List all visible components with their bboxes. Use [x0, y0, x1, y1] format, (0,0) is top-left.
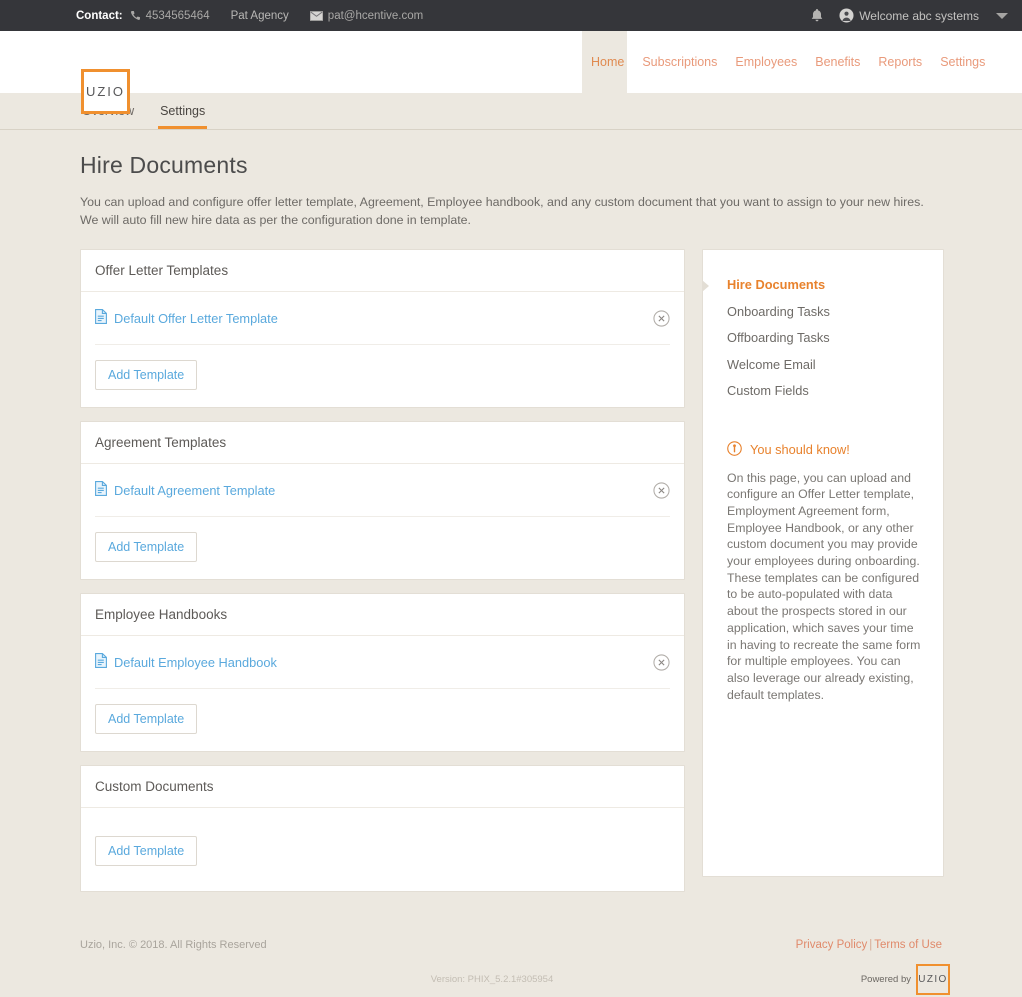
- powered-by-logo-text: UZIO: [918, 972, 948, 987]
- terms-of-use-link[interactable]: Terms of Use: [874, 939, 942, 951]
- card-title: Custom Documents: [81, 766, 684, 808]
- phone-icon: [130, 10, 141, 21]
- page-description: You can upload and configure offer lette…: [80, 193, 940, 229]
- contact-label: Contact:: [76, 10, 123, 22]
- card-body: Default Agreement Template Add Template: [81, 464, 684, 579]
- card-body: Add Template: [81, 808, 684, 891]
- sidebar-item-hire-documents[interactable]: Hire Documents: [703, 272, 943, 299]
- card-actions: Add Template: [95, 517, 670, 579]
- document-link[interactable]: Default Offer Letter Template: [114, 311, 278, 326]
- file-document-icon: [95, 653, 107, 671]
- email-address: pat@hcentive.com: [328, 10, 423, 22]
- settings-sidebar: Hire Documents Onboarding Tasks Offboard…: [702, 249, 944, 877]
- document-row: Default Employee Handbook: [95, 636, 670, 689]
- agency-name: Pat Agency: [231, 10, 289, 22]
- settings-sidebar-column: Hire Documents Onboarding Tasks Offboard…: [702, 249, 944, 877]
- card-body: Default Employee Handbook Add Template: [81, 636, 684, 751]
- sidebar-item-offboarding-tasks[interactable]: Offboarding Tasks: [703, 325, 943, 352]
- notice-header: You should know!: [703, 441, 943, 459]
- sidebar-item-onboarding-tasks[interactable]: Onboarding Tasks: [703, 299, 943, 326]
- card-offer-letter-templates: Offer Letter Templates Default Offer Let…: [80, 249, 685, 408]
- card-title: Offer Letter Templates: [81, 250, 684, 292]
- powered-by-label: Powered by: [861, 974, 911, 985]
- tab-settings[interactable]: Settings: [158, 104, 207, 129]
- powered-by-logo: UZIO: [916, 964, 950, 995]
- footer-links: Privacy Policy|Terms of Use: [796, 939, 942, 951]
- document-row: Default Offer Letter Template: [95, 292, 670, 345]
- contact-info: Contact: 4534565464 Pat Agency pat@hcent…: [76, 10, 423, 22]
- card-agreement-templates: Agreement Templates Default Agreement Te…: [80, 421, 685, 580]
- page-footer: Uzio, Inc. © 2018. All Rights Reserved P…: [0, 923, 1022, 951]
- templates-column: Offer Letter Templates Default Offer Let…: [80, 249, 685, 905]
- card-employee-handbooks: Employee Handbooks Default Employee Hand…: [80, 593, 685, 752]
- document-link[interactable]: Default Employee Handbook: [114, 655, 277, 670]
- welcome-text: Welcome abc systems: [859, 9, 979, 23]
- file-document-icon: [95, 481, 107, 499]
- nav-item-subscriptions[interactable]: Subscriptions: [633, 31, 726, 93]
- add-template-button[interactable]: Add Template: [95, 836, 197, 866]
- logo-text: UZIO: [85, 81, 126, 102]
- user-icon: [839, 8, 854, 23]
- remove-circle-icon[interactable]: [653, 310, 670, 327]
- remove-circle-icon[interactable]: [653, 482, 670, 499]
- sidebar-item-custom-fields[interactable]: Custom Fields: [703, 378, 943, 405]
- add-template-button[interactable]: Add Template: [95, 360, 197, 390]
- page-title: Hire Documents: [80, 152, 942, 179]
- info-circle-icon: [727, 441, 742, 459]
- page-content: Hire Documents You can upload and config…: [0, 130, 1022, 905]
- phone-contact: 4534565464: [130, 10, 210, 22]
- topbar-user-area: Welcome abc systems: [810, 8, 1008, 23]
- card-actions: Add Template: [95, 689, 670, 751]
- add-template-button[interactable]: Add Template: [95, 704, 197, 734]
- nav-item-home[interactable]: Home: [582, 31, 633, 93]
- chevron-down-icon[interactable]: [996, 13, 1008, 19]
- remove-circle-icon[interactable]: [653, 654, 670, 671]
- email-contact: pat@hcentive.com: [310, 10, 423, 22]
- card-title: Agreement Templates: [81, 422, 684, 464]
- phone-number: 4534565464: [146, 10, 210, 22]
- document-link-group[interactable]: Default Employee Handbook: [95, 653, 277, 671]
- mail-icon: [310, 11, 323, 21]
- sidebar-menu: Hire Documents Onboarding Tasks Offboard…: [703, 272, 943, 405]
- card-actions: Add Template: [95, 808, 670, 891]
- document-link[interactable]: Default Agreement Template: [114, 483, 275, 498]
- nav-item-settings[interactable]: Settings: [931, 31, 994, 93]
- document-link-group[interactable]: Default Offer Letter Template: [95, 309, 278, 327]
- notice-title: You should know!: [750, 442, 850, 457]
- card-title: Employee Handbooks: [81, 594, 684, 636]
- powered-by: Powered by UZIO: [861, 964, 950, 995]
- card-custom-documents: Custom Documents Add Template: [80, 765, 685, 892]
- nav-item-employees[interactable]: Employees: [726, 31, 806, 93]
- sub-navigation: Overview Settings: [0, 93, 1022, 130]
- sidebar-item-welcome-email[interactable]: Welcome Email: [703, 352, 943, 379]
- user-welcome[interactable]: Welcome abc systems: [839, 8, 979, 23]
- content-layout: Offer Letter Templates Default Offer Let…: [80, 249, 942, 905]
- document-link-group[interactable]: Default Agreement Template: [95, 481, 275, 499]
- nav-item-benefits[interactable]: Benefits: [806, 31, 869, 93]
- privacy-policy-link[interactable]: Privacy Policy: [796, 939, 868, 951]
- card-actions: Add Template: [95, 345, 670, 407]
- file-document-icon: [95, 309, 107, 327]
- card-body: Default Offer Letter Template Add Templa…: [81, 292, 684, 407]
- add-template-button[interactable]: Add Template: [95, 532, 197, 562]
- footer-bottom: Version: PHIX_5.2.1#305954 Powered by UZ…: [0, 951, 1022, 997]
- uzio-logo[interactable]: UZIO: [81, 69, 130, 114]
- site-header: UZIO Home Subscriptions Employees Benefi…: [0, 31, 1022, 93]
- copyright-text: Uzio, Inc. © 2018. All Rights Reserved: [80, 939, 267, 951]
- main-navigation: Home Subscriptions Employees Benefits Re…: [582, 31, 994, 93]
- top-utility-bar: Contact: 4534565464 Pat Agency pat@hcent…: [0, 0, 1022, 31]
- document-row: Default Agreement Template: [95, 464, 670, 517]
- bell-icon[interactable]: [810, 8, 824, 23]
- nav-item-reports[interactable]: Reports: [869, 31, 931, 93]
- notice-body: On this page, you can upload and configu…: [703, 470, 943, 704]
